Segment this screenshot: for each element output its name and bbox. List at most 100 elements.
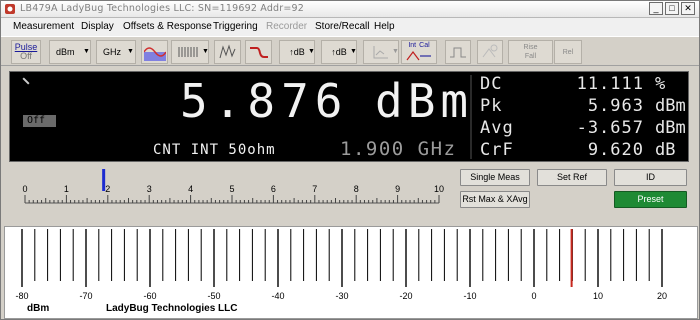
int-label: Int xyxy=(408,42,417,49)
title-bar[interactable]: LB479A LadyBug Technologies LLC: SN=1196… xyxy=(1,1,699,18)
filter-icon xyxy=(249,47,268,58)
tick-label: 0 xyxy=(531,291,536,301)
db-step-label-2: ↑dB xyxy=(331,47,347,57)
tick-label: 8 xyxy=(354,184,359,194)
chevron-down-icon: ▼ xyxy=(350,48,357,55)
menu-bar: Measurement Display Offsets & Response T… xyxy=(1,18,699,36)
trace-view-button[interactable]: ▼ xyxy=(171,40,209,64)
tick-label: 3 xyxy=(147,184,152,194)
filter-button[interactable] xyxy=(245,40,272,64)
db-step-up-button[interactable]: ↑dB ▼ xyxy=(279,40,315,64)
frequency-readout: 1.900 GHz xyxy=(340,138,457,160)
tick-label: 6 xyxy=(271,184,276,194)
pulse-toggle-button[interactable]: Pulse Off xyxy=(11,40,41,64)
chevron-down-icon: ▼ xyxy=(127,48,134,55)
stat-value-dc: 11.111 xyxy=(576,74,644,94)
window-title: LB479A LadyBug Technologies LLC: SN=1196… xyxy=(20,3,305,14)
linear-scale: 0 1 2 3 4 5 6 7 8 9 10 xyxy=(22,169,444,204)
stat-unit-avg: dBm xyxy=(655,118,686,138)
rise-fall-button[interactable]: Rise Fall xyxy=(508,40,553,64)
rise-label: Rise xyxy=(523,44,538,51)
marker-icon xyxy=(373,46,388,59)
tick-label: 7 xyxy=(312,184,317,194)
stat-unit-crf: dB xyxy=(655,140,676,160)
tick-label: 9 xyxy=(395,184,400,194)
app-icon xyxy=(5,4,15,14)
unit-select[interactable]: dBm ▼ xyxy=(49,40,91,64)
db-step-label: ↑dB xyxy=(289,47,305,57)
waveform-icon xyxy=(143,47,166,61)
menu-display[interactable]: Display xyxy=(81,21,114,32)
resize-handle-icon xyxy=(22,77,30,85)
unit-select-value: dBm xyxy=(56,47,75,57)
close-button[interactable]: ✕ xyxy=(681,2,695,15)
dbm-scale-panel: -80 -70 -60 -50 -40 -30 -20 -10 0 10 20 dBm LadyBu… xyxy=(4,226,698,319)
id-button[interactable]: ID xyxy=(614,169,687,186)
menu-triggering[interactable]: Triggering xyxy=(213,21,258,32)
brand-label: LadyBug Technologies LLC xyxy=(106,303,238,314)
freq-unit-select[interactable]: GHz ▼ xyxy=(96,40,136,64)
tick-label: -70 xyxy=(79,291,92,301)
gate-button[interactable] xyxy=(445,40,471,64)
gate-icon xyxy=(450,47,466,58)
reset-max-button[interactable]: Rst Max & XAvg xyxy=(460,191,530,208)
divider xyxy=(470,75,472,159)
maximize-button[interactable]: □ xyxy=(665,2,679,15)
main-value: 5.876 xyxy=(180,74,349,128)
set-ref-button[interactable]: Set Ref xyxy=(537,169,607,186)
menu-help[interactable]: Help xyxy=(374,21,395,32)
marker-button[interactable]: ▼ xyxy=(363,40,399,64)
tick-label: 0 xyxy=(22,184,27,194)
cal-label: Cal xyxy=(419,42,430,49)
tick-label: -10 xyxy=(463,291,476,301)
tick-label: -30 xyxy=(335,291,348,301)
toolbar: Pulse Off dBm ▼ GHz ▼ ▼ ↑dB ▼ ↑dB ▼ ▼ In… xyxy=(1,36,699,66)
tick-label: -20 xyxy=(399,291,412,301)
stat-value-pk: 5.963 xyxy=(587,96,644,116)
rel-label: Rel xyxy=(562,48,574,56)
measurement-display: 5.876 dBm Off CNT INT 50ohm 1.900 GHz DC… xyxy=(9,71,689,162)
menu-measurement[interactable]: Measurement xyxy=(13,21,74,32)
chevron-down-icon: ▼ xyxy=(392,48,399,55)
stat-unit-pk: dBm xyxy=(655,96,686,116)
db-step-down-button[interactable]: ↑dB ▼ xyxy=(321,40,357,64)
tick-label: -40 xyxy=(271,291,284,301)
tick-label: 1 xyxy=(64,184,69,194)
calibration-icon xyxy=(406,51,431,61)
app-window: LB479A LadyBug Technologies LLC: SN=1196… xyxy=(0,0,700,320)
main-unit: dBm xyxy=(375,74,474,128)
tick-label: -50 xyxy=(207,291,220,301)
stat-value-crf: 9.620 xyxy=(587,140,644,160)
int-cal-button[interactable]: Int Cal xyxy=(401,40,437,64)
chevron-down-icon: ▼ xyxy=(202,48,209,55)
pulse-state: Off xyxy=(20,51,32,61)
level-marker xyxy=(102,169,106,191)
tick-label: 4 xyxy=(188,184,193,194)
zoom-icon xyxy=(482,44,498,58)
stat-unit-dc: % xyxy=(655,74,666,94)
tick-label: -80 xyxy=(15,291,28,301)
stat-label-dc: DC xyxy=(480,74,503,94)
single-meas-button[interactable]: Single Meas xyxy=(460,169,530,186)
rel-button[interactable]: Rel xyxy=(554,40,582,64)
tick-label: -60 xyxy=(143,291,156,301)
stat-value-avg: -3.657 xyxy=(576,118,644,138)
minimize-button[interactable]: _ xyxy=(649,2,663,15)
avg-state-badge[interactable]: Off xyxy=(23,115,56,127)
zoom-button[interactable] xyxy=(477,40,503,64)
menu-recorder[interactable]: Recorder xyxy=(266,21,307,32)
stat-label-avg: Avg xyxy=(480,118,514,138)
tick-label: 10 xyxy=(593,291,603,301)
wave-view-button[interactable] xyxy=(141,40,168,64)
tick-label: 20 xyxy=(657,291,667,301)
preset-button[interactable]: Preset xyxy=(614,191,687,208)
stat-label-crf: CrF xyxy=(480,140,514,160)
chevron-down-icon: ▼ xyxy=(308,48,315,55)
fall-label: Fall xyxy=(524,53,537,60)
tick-label: 2 xyxy=(105,184,110,194)
pulse-trace-icon xyxy=(178,47,198,57)
menu-offsets-response[interactable]: Offsets & Response xyxy=(123,21,212,32)
freq-select-value: GHz xyxy=(103,47,121,57)
envelope-button[interactable] xyxy=(214,40,241,64)
menu-store-recall[interactable]: Store/Recall xyxy=(315,21,369,32)
